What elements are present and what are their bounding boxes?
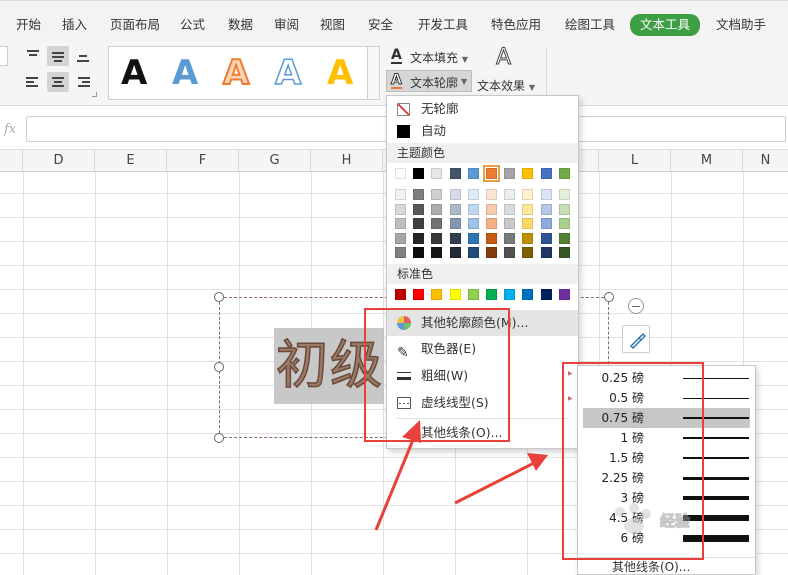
annotation-arrows	[374, 420, 548, 531]
